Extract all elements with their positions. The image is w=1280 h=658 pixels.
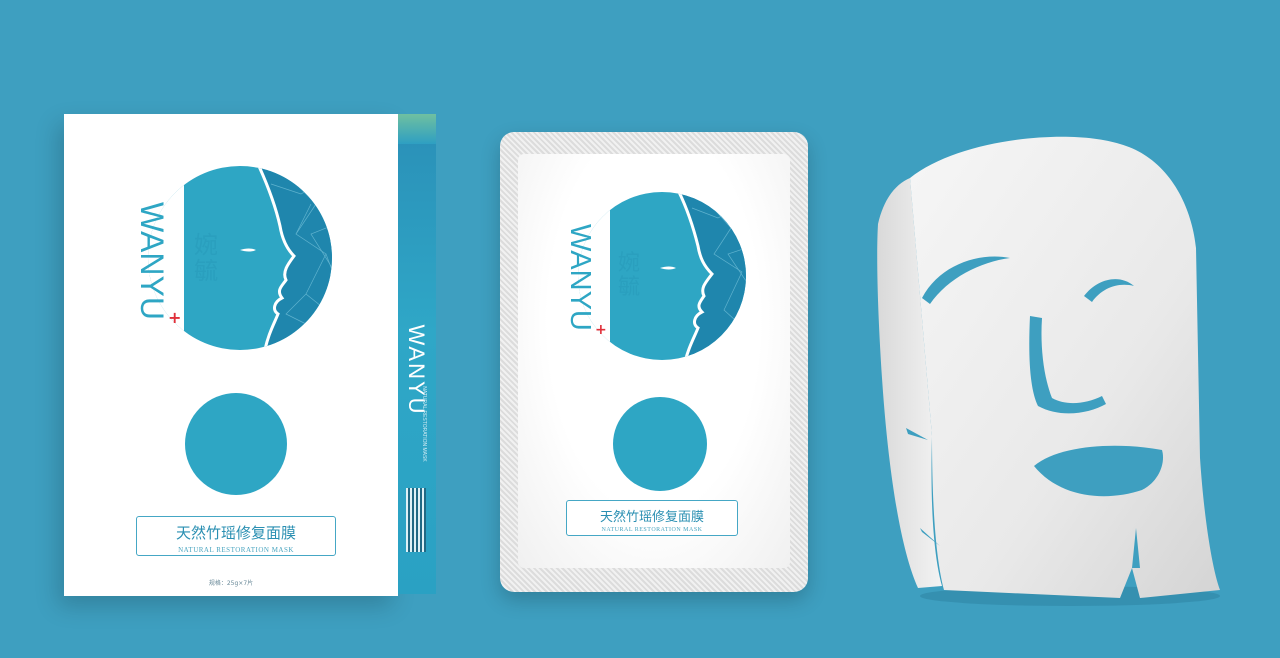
- sachet: WANYU 婉毓 + 天然竹瑶修复面膜 NATURAL RESTORATION …: [500, 132, 808, 592]
- box-brand-en: WANYU: [134, 202, 170, 320]
- qr-code-icon: [406, 488, 426, 552]
- box-brand-cn: 婉毓: [194, 231, 218, 286]
- sachet-product-cn: 天然竹瑶修复面膜: [599, 510, 704, 525]
- box-spec: 规格：25g×7片: [208, 580, 254, 587]
- sheet-mask: [877, 136, 1220, 606]
- box-side-top: [398, 114, 436, 144]
- box-product-en: NATURAL RESTORATION MASK: [178, 546, 294, 554]
- sachet-face: WANYU 婉毓 + 天然竹瑶修复面膜 NATURAL RESTORATION …: [518, 154, 790, 568]
- sachet-brand-en: WANYU: [564, 224, 596, 331]
- product-box: WANYU 婉毓 + 天然竹瑶修复面膜 NATURAL RESTORATION …: [64, 114, 436, 600]
- circle-graphic: [185, 393, 287, 495]
- box-front: WANYU 婉毓 + 天然竹瑶修复面膜 NATURAL RESTORATION …: [64, 114, 398, 596]
- plus-icon: +: [168, 308, 182, 327]
- circle-graphic: [613, 397, 707, 491]
- product-scene: WANYU 婉毓 + 天然竹瑶修复面膜 NATURAL RESTORATION …: [0, 0, 1280, 658]
- sachet-label: 天然竹瑶修复面膜 NATURAL RESTORATION MASK: [566, 500, 738, 536]
- box-product-cn: 天然竹瑶修复面膜: [175, 524, 296, 542]
- sachet-product-en: NATURAL RESTORATION MASK: [601, 527, 703, 533]
- box-side-small: NATURAL RESTORATION MASK: [421, 386, 427, 462]
- plus-icon: +: [595, 322, 607, 338]
- box-label: 天然竹瑶修复面膜 NATURAL RESTORATION MASK: [136, 516, 336, 556]
- sachet-brand-cn: 婉毓: [618, 251, 641, 301]
